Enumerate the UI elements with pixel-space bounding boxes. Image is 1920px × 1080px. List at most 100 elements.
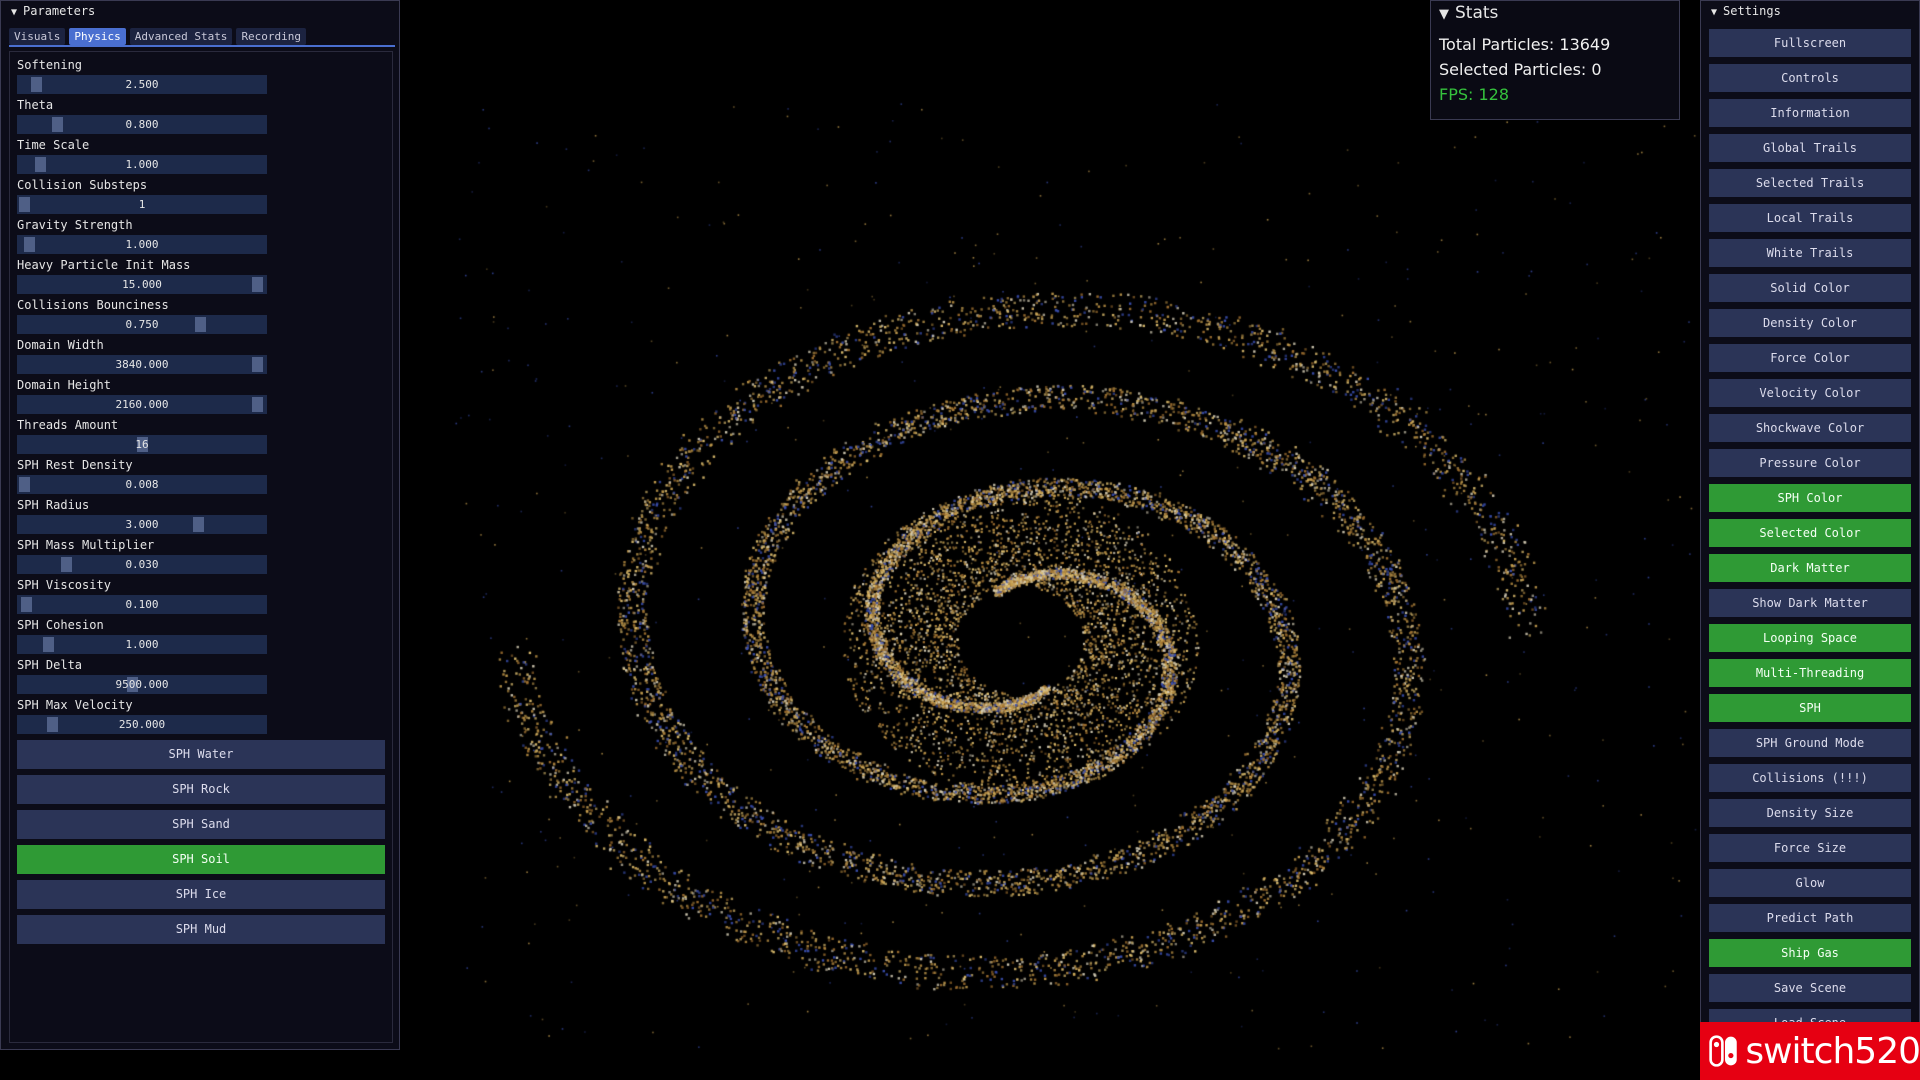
collapse-triangle-icon[interactable]: ▼	[11, 3, 17, 23]
slider-grab-handle[interactable]	[19, 477, 30, 492]
settings-show-dark-matter-button[interactable]: Show Dark Matter	[1709, 589, 1911, 617]
settings-title-bar[interactable]: ▼ Settings	[1701, 1, 1919, 21]
slider[interactable]: 3840.000	[17, 355, 267, 374]
param-sph-radius: SPH Radius 3.000	[17, 497, 267, 534]
slider-grab-handle[interactable]	[21, 597, 33, 612]
slider[interactable]: 2.500	[17, 75, 267, 94]
settings-looping-space-button[interactable]: Looping Space	[1709, 624, 1911, 652]
settings-pressure-color-button[interactable]: Pressure Color	[1709, 449, 1911, 477]
slider[interactable]: 1.000	[17, 155, 267, 174]
tab-recording[interactable]: Recording	[236, 28, 307, 45]
settings-sph-color-button[interactable]: SPH Color	[1709, 484, 1911, 512]
param-sph-max-velocity: SPH Max Velocity 250.000	[17, 697, 267, 734]
slider[interactable]: 9500.000	[17, 675, 267, 694]
slider-grab-handle[interactable]	[251, 357, 263, 372]
slider[interactable]: 0.030	[17, 555, 267, 574]
settings-selected-color-button[interactable]: Selected Color	[1709, 519, 1911, 547]
param-theta: Theta 0.800	[17, 97, 267, 134]
settings-sph-ground-mode-button[interactable]: SPH Ground Mode	[1709, 729, 1911, 757]
settings-window: ▼ Settings Fullscreen Controls Information G…	[1700, 0, 1920, 1080]
settings-global-trails-button[interactable]: Global Trails	[1709, 134, 1911, 162]
param-softening: Softening 2.500	[17, 57, 267, 94]
settings-multi-threading-button[interactable]: Multi-Threading	[1709, 659, 1911, 687]
slider[interactable]: 16	[17, 435, 267, 454]
slider-grab-handle[interactable]	[35, 157, 47, 172]
slider[interactable]: 2160.000	[17, 395, 267, 414]
settings-ship-gas-button[interactable]: Ship Gas	[1709, 939, 1911, 967]
slider-grab-handle[interactable]	[47, 717, 59, 732]
param-label: SPH Viscosity	[17, 578, 111, 592]
collapse-triangle-icon[interactable]: ▼	[1439, 7, 1449, 22]
settings-force-size-button[interactable]: Force Size	[1709, 834, 1911, 862]
slider[interactable]: 0.750	[17, 315, 267, 334]
preset-sph-mud-button[interactable]: SPH Mud	[17, 915, 385, 944]
settings-velocity-color-button[interactable]: Velocity Color	[1709, 379, 1911, 407]
settings-density-color-button[interactable]: Density Color	[1709, 309, 1911, 337]
settings-sph-button[interactable]: SPH	[1709, 694, 1911, 722]
slider-grab-handle[interactable]	[30, 77, 42, 92]
slider[interactable]: 15.000	[17, 275, 267, 294]
preset-sph-ice-button[interactable]: SPH Ice	[17, 880, 385, 909]
settings-predict-path-button[interactable]: Predict Path	[1709, 904, 1911, 932]
slider[interactable]: 250.000	[17, 715, 267, 734]
slider-grab-handle[interactable]	[61, 557, 73, 572]
settings-density-size-button[interactable]: Density Size	[1709, 799, 1911, 827]
slider-value: 2.500	[125, 78, 159, 91]
selected-particles: Selected Particles: 0	[1439, 60, 1602, 79]
slider-grab-handle[interactable]	[251, 397, 263, 412]
preset-sph-sand-button[interactable]: SPH Sand	[17, 810, 385, 839]
slider-grab-handle[interactable]	[195, 317, 207, 332]
settings-fullscreen-button[interactable]: Fullscreen	[1709, 29, 1911, 57]
settings-force-color-button[interactable]: Force Color	[1709, 344, 1911, 372]
preset-sph-water-button[interactable]: SPH Water	[17, 740, 385, 769]
settings-controls-button[interactable]: Controls	[1709, 64, 1911, 92]
slider[interactable]: 1.000	[17, 235, 267, 254]
preset-sph-rock-button[interactable]: SPH Rock	[17, 775, 385, 804]
stats-title-bar[interactable]: ▼ Stats	[1439, 3, 1498, 23]
param-domain-height: Domain Height 2160.000	[17, 377, 267, 414]
settings-selected-trails-button[interactable]: Selected Trails	[1709, 169, 1911, 197]
slider[interactable]: 0.100	[17, 595, 267, 614]
settings-information-button[interactable]: Information	[1709, 99, 1911, 127]
settings-title: Settings	[1723, 4, 1781, 18]
slider[interactable]: 3.000	[17, 515, 267, 534]
tab-advanced-stats[interactable]: Advanced Stats	[129, 28, 233, 45]
slider[interactable]: 0.800	[17, 115, 267, 134]
slider-grab-handle[interactable]	[42, 637, 54, 652]
parameters-tabs: Visuals Physics Advanced Stats Recording	[9, 28, 307, 45]
settings-save-scene-button[interactable]: Save Scene	[1709, 974, 1911, 1002]
slider-grab-handle[interactable]	[51, 117, 63, 132]
tab-visuals[interactable]: Visuals	[9, 28, 66, 45]
settings-glow-button[interactable]: Glow	[1709, 869, 1911, 897]
param-label: SPH Radius	[17, 498, 90, 512]
slider-grab-handle[interactable]	[251, 277, 263, 292]
slider-grab-handle[interactable]	[192, 517, 204, 532]
slider-grab-handle[interactable]	[136, 437, 148, 452]
slider-value: 0.750	[125, 318, 159, 331]
slider-value: 9500.000	[115, 678, 169, 691]
settings-local-trails-button[interactable]: Local Trails	[1709, 204, 1911, 232]
slider-grab-handle[interactable]	[127, 677, 139, 692]
slider[interactable]: 1	[17, 195, 267, 214]
param-label: Heavy Particle Init Mass	[17, 258, 191, 272]
settings-dark-matter-button[interactable]: Dark Matter	[1709, 554, 1911, 582]
settings-white-trails-button[interactable]: White Trails	[1709, 239, 1911, 267]
slider-value: 1	[138, 198, 146, 211]
preset-sph-soil-button[interactable]: SPH Soil	[17, 845, 385, 874]
param-sph-cohesion: SPH Cohesion 1.000	[17, 617, 267, 654]
slider-value: 1.000	[125, 238, 159, 251]
param-label: Collisions Bounciness	[17, 298, 169, 312]
tab-underline	[9, 45, 395, 47]
slider-value: 2160.000	[115, 398, 169, 411]
settings-collisions-button[interactable]: Collisions (!!!)	[1709, 764, 1911, 792]
parameters-title-bar[interactable]: ▼ Parameters	[1, 1, 399, 21]
collapse-triangle-icon[interactable]: ▼	[1711, 3, 1717, 23]
settings-shockwave-color-button[interactable]: Shockwave Color	[1709, 414, 1911, 442]
slider-value: 3.000	[125, 518, 159, 531]
tab-physics[interactable]: Physics	[69, 28, 126, 45]
slider[interactable]: 1.000	[17, 635, 267, 654]
slider-grab-handle[interactable]	[19, 197, 30, 212]
slider[interactable]: 0.008	[17, 475, 267, 494]
settings-solid-color-button[interactable]: Solid Color	[1709, 274, 1911, 302]
slider-grab-handle[interactable]	[23, 237, 35, 252]
